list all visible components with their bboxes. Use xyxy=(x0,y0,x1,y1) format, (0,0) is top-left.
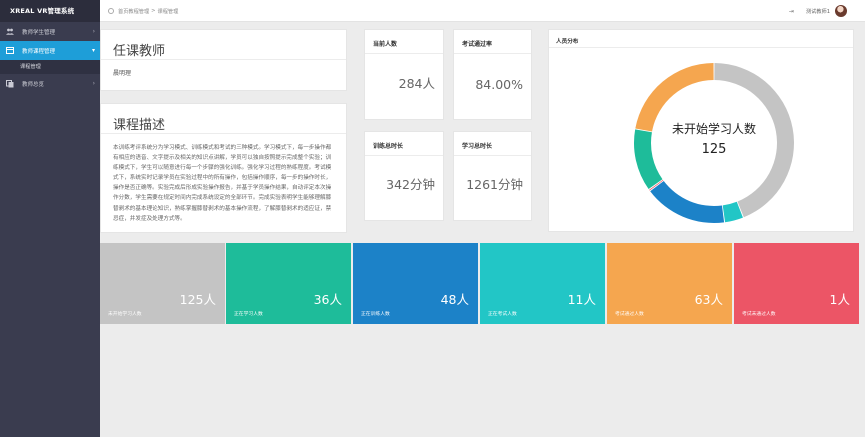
breadcrumb: 首页教程管理 > 课程管理 xyxy=(108,0,178,22)
stat-title: 当前人数 xyxy=(365,30,443,54)
user-area: ⇥ 测试教师1 xyxy=(789,0,847,22)
sidebar-item-teacher-course[interactable]: 教师课程管理 ▾ xyxy=(0,41,100,60)
chevron-right-icon: › xyxy=(92,80,95,87)
stat-current-count: 当前人数 284人 xyxy=(364,29,444,120)
sidebar-item-teacher-overview[interactable]: 教师总览 › xyxy=(0,74,100,93)
sidebar-item-label: 教师学生管理 xyxy=(22,29,56,36)
donut-chart: 未开始学习人数 125 xyxy=(629,58,799,228)
chart-title: 人员分布 xyxy=(549,30,853,48)
breadcrumb-item: 课程管理 xyxy=(157,8,179,15)
stat-value: 1261分钟 xyxy=(466,177,523,192)
donut-slice[interactable] xyxy=(714,63,794,218)
summary-card[interactable]: 11人正在考试人数 xyxy=(480,243,605,324)
donut-center-label: 未开始学习人数 xyxy=(671,122,756,136)
teacher-name: 晨明理 xyxy=(113,70,132,77)
stat-study-time: 学习总时长 1261分钟 xyxy=(453,131,532,221)
logout-icon[interactable]: ⇥ xyxy=(789,8,794,15)
avatar[interactable] xyxy=(835,5,847,17)
stat-pass-rate: 考试通过率 84.00% xyxy=(453,29,532,120)
stat-value: 342分钟 xyxy=(386,177,435,192)
summary-card-label: 正在学习人数 xyxy=(234,312,263,317)
summary-card-value: 36人 xyxy=(313,292,342,307)
stat-title: 考试通过率 xyxy=(454,30,531,54)
users-icon xyxy=(6,28,14,36)
teacher-panel: 任课教师 晨明理 xyxy=(100,29,347,91)
app-brand: XREAL VR管理系统 xyxy=(0,0,100,22)
course-title: 课程描述 xyxy=(101,104,346,134)
stat-value: 284人 xyxy=(398,76,435,91)
topbar: 首页教程管理 > 课程管理 ⇥ 测试教师1 xyxy=(100,0,865,22)
distribution-chart-panel: 人员分布 未开始学习人数 125 xyxy=(548,29,854,232)
teacher-title: 任课教师 xyxy=(101,30,346,60)
summary-card-label: 考试通过人数 xyxy=(615,312,644,317)
summary-card-value: 125人 xyxy=(179,292,216,307)
stat-title: 学习总时长 xyxy=(454,132,531,156)
stat-title: 训练总时长 xyxy=(365,132,443,156)
summary-card[interactable]: 63人考试通过人数 xyxy=(607,243,732,324)
sidebar: XREAL VR管理系统 教师学生管理 › 教师课程管理 ▾ 课程管理 教师总览… xyxy=(0,0,100,437)
summary-card[interactable]: 1人考试未通过人数 xyxy=(734,243,859,324)
summary-card-value: 11人 xyxy=(567,292,596,307)
breadcrumb-separator: > xyxy=(151,8,156,14)
summary-card-label: 未开始学习人数 xyxy=(108,312,142,317)
summary-card[interactable]: 125人未开始学习人数 xyxy=(100,243,225,324)
breadcrumb-item[interactable]: 首页教程管理 xyxy=(118,8,149,15)
donut-center-value: 125 xyxy=(701,142,727,157)
summary-card-label: 考试未通过人数 xyxy=(742,312,776,317)
donut-slice[interactable] xyxy=(650,181,725,223)
summary-card[interactable]: 36人正在学习人数 xyxy=(226,243,351,324)
summary-card[interactable]: 48人正在训练人数 xyxy=(353,243,478,324)
sidebar-item-label: 教师总览 xyxy=(22,81,45,88)
summary-card-value: 63人 xyxy=(694,292,723,307)
book-icon xyxy=(6,47,14,55)
sidebar-subitem-course-manage[interactable]: 课程管理 xyxy=(0,60,100,74)
home-icon[interactable] xyxy=(108,8,114,14)
donut-slice[interactable] xyxy=(634,129,663,190)
chevron-down-icon: ▾ xyxy=(91,47,95,54)
sidebar-item-label: 教师课程管理 xyxy=(22,48,56,55)
copy-icon xyxy=(6,79,14,88)
stat-training-time: 训练总时长 342分钟 xyxy=(364,131,444,221)
summary-card-label: 正在考试人数 xyxy=(488,312,517,317)
course-panel: 课程描述 本训练考评系统分为学习模式、训练模式和考试的三种模式。学习模式下，每一… xyxy=(100,103,347,233)
course-description: 本训练考评系统分为学习模式、训练模式和考试的三种模式。学习模式下，每一步操作都有… xyxy=(113,145,332,222)
summary-card-value: 1人 xyxy=(829,292,850,307)
chevron-right-icon: › xyxy=(92,28,95,35)
stat-value: 84.00% xyxy=(475,77,523,92)
username[interactable]: 测试教师1 xyxy=(806,8,830,15)
summary-card-label: 正在训练人数 xyxy=(361,312,390,317)
summary-card-value: 48人 xyxy=(440,292,469,307)
sidebar-item-teacher-student[interactable]: 教师学生管理 › xyxy=(0,22,100,41)
